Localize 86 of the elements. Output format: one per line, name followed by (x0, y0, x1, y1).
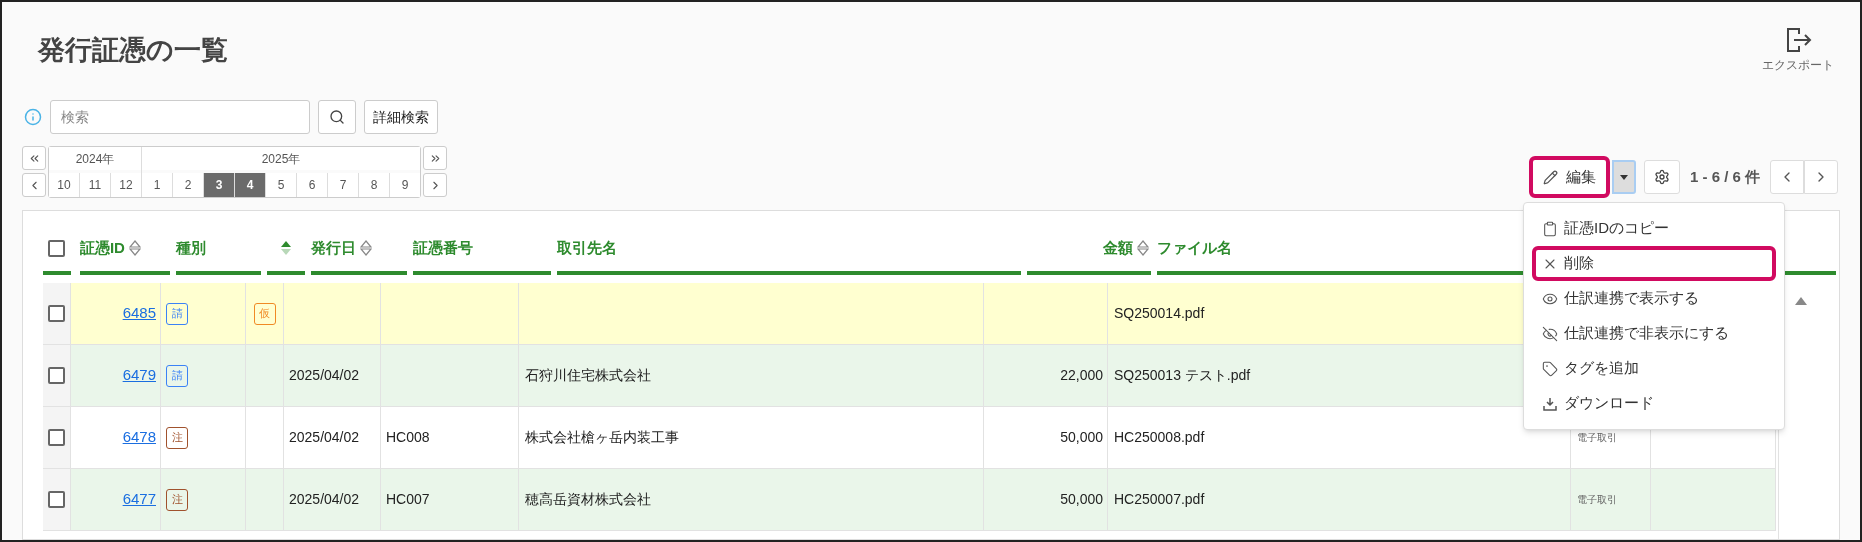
category-text: 電子取引 (1577, 431, 1617, 445)
month-button[interactable]: 7 (328, 173, 358, 197)
pencil-icon (1542, 169, 1558, 185)
advanced-search-button[interactable]: 詳細検索 (364, 100, 438, 134)
column-header[interactable]: 取引先名 (557, 236, 618, 260)
client-text: 穂高岳資材株式会社 (525, 490, 651, 509)
info-icon[interactable] (24, 108, 42, 126)
id-link[interactable]: 6477 (122, 488, 156, 511)
search-icon (329, 109, 345, 125)
month-button[interactable]: 11 (80, 173, 110, 197)
sort-ascending-icon[interactable] (279, 240, 292, 256)
download-icon (1541, 395, 1558, 412)
file-name-text: HC250007.pdf (1114, 490, 1205, 509)
month-button[interactable]: 6 (297, 173, 327, 197)
file-name-text: SQ250014.pdf (1114, 304, 1205, 323)
file-name-text: HC250008.pdf (1114, 428, 1205, 447)
column-header[interactable]: 証憑番号 (413, 236, 474, 260)
type-badge: 請 (166, 302, 188, 325)
previous-month-button[interactable] (22, 173, 46, 197)
id-link[interactable]: 6478 (122, 426, 156, 449)
menu-item[interactable]: 仕訳連携で表示する (1531, 281, 1776, 316)
sort-icon[interactable] (1137, 240, 1150, 256)
column-header[interactable]: 証憑ID (79, 236, 125, 260)
month-button[interactable]: 8 (359, 173, 389, 197)
category-text: 電子取引 (1577, 493, 1617, 507)
type-badge: 請 (166, 364, 188, 387)
checkbox[interactable] (48, 239, 66, 257)
date-text: 2025/04/02 (289, 428, 360, 447)
menu-item[interactable]: タグを追加 (1531, 351, 1776, 386)
id-link[interactable]: 6485 (122, 302, 156, 325)
previous-year-button[interactable] (22, 146, 46, 170)
file-name-text: SQ250013 テスト.pdf (1114, 366, 1251, 385)
checkbox[interactable] (48, 491, 65, 508)
table-row[interactable]: 6477 注 2025/04/02 HC007 穂高岳資材株式会社 50,000 HC250007.pdf 電子取引 (43, 469, 1776, 531)
amount-text: 22,000 (1060, 366, 1103, 385)
caret-icon (1619, 174, 1628, 180)
amount-text: 50,000 (1060, 428, 1103, 447)
settings-button[interactable] (1643, 160, 1680, 194)
page-title: 発行証憑の一覧 (38, 34, 228, 67)
type-badge: 注 (166, 426, 188, 449)
search-field[interactable]: 検索 (50, 100, 310, 134)
year-label: 2024年 (49, 147, 141, 170)
number-text: HC008 (386, 428, 430, 447)
edit-button[interactable]: 編集 (1528, 156, 1610, 198)
month-button[interactable]: 12 (111, 173, 141, 197)
month-button[interactable]: 1 (142, 173, 172, 197)
export-button[interactable]: エクスポート (1762, 26, 1834, 74)
scroll-up-icon[interactable] (1794, 297, 1807, 305)
checkbox[interactable] (48, 367, 65, 384)
tag-icon (1541, 360, 1558, 377)
checkbox[interactable] (48, 305, 65, 322)
amount-text: 50,000 (1060, 490, 1103, 509)
menu-item[interactable]: 削除 (1531, 246, 1776, 281)
client-text: 石狩川住宅株式会社 (525, 366, 651, 385)
menu-item[interactable]: 証憑IDのコピー (1531, 211, 1776, 246)
next-year-button[interactable] (423, 146, 447, 170)
dropdown-toggle-button[interactable] (1611, 160, 1636, 194)
month-button[interactable]: 3 (204, 173, 234, 197)
next-month-button[interactable] (423, 173, 447, 197)
year-label: 2025年 (142, 147, 420, 170)
type-badge: 注 (166, 488, 188, 511)
checkbox[interactable] (48, 429, 65, 446)
client-text: 株式会社槍ヶ岳内装工事 (525, 428, 679, 447)
column-header[interactable]: 金額 (1103, 236, 1134, 260)
date-text: 2025/04/02 (289, 366, 360, 385)
clipboard-icon (1541, 220, 1558, 237)
eye-off-icon (1541, 325, 1558, 342)
settings-icon (1653, 169, 1670, 185)
date-text: 2025/04/02 (289, 490, 360, 509)
number-text: HC007 (386, 490, 430, 509)
column-header[interactable]: 発行日 (310, 236, 356, 260)
column-header[interactable]: ファイル名 (1157, 236, 1233, 260)
month-button[interactable]: 5 (266, 173, 296, 197)
sort-icon[interactable] (359, 240, 372, 256)
search-button[interactable] (318, 100, 356, 134)
sort-icon[interactable] (128, 240, 141, 256)
month-button[interactable]: 9 (390, 173, 420, 197)
next-page-button[interactable] (1804, 160, 1838, 194)
status-badge: 仮 (253, 302, 276, 325)
id-link[interactable]: 6479 (122, 364, 156, 387)
previous-page-button[interactable] (1770, 160, 1804, 194)
month-button[interactable]: 10 (49, 173, 79, 197)
month-button[interactable]: 4 (235, 173, 265, 197)
column-header[interactable]: 種別 (175, 236, 206, 260)
month-button[interactable]: 2 (173, 173, 203, 197)
record-count: 1 - 6 / 6 件 (1689, 166, 1760, 187)
